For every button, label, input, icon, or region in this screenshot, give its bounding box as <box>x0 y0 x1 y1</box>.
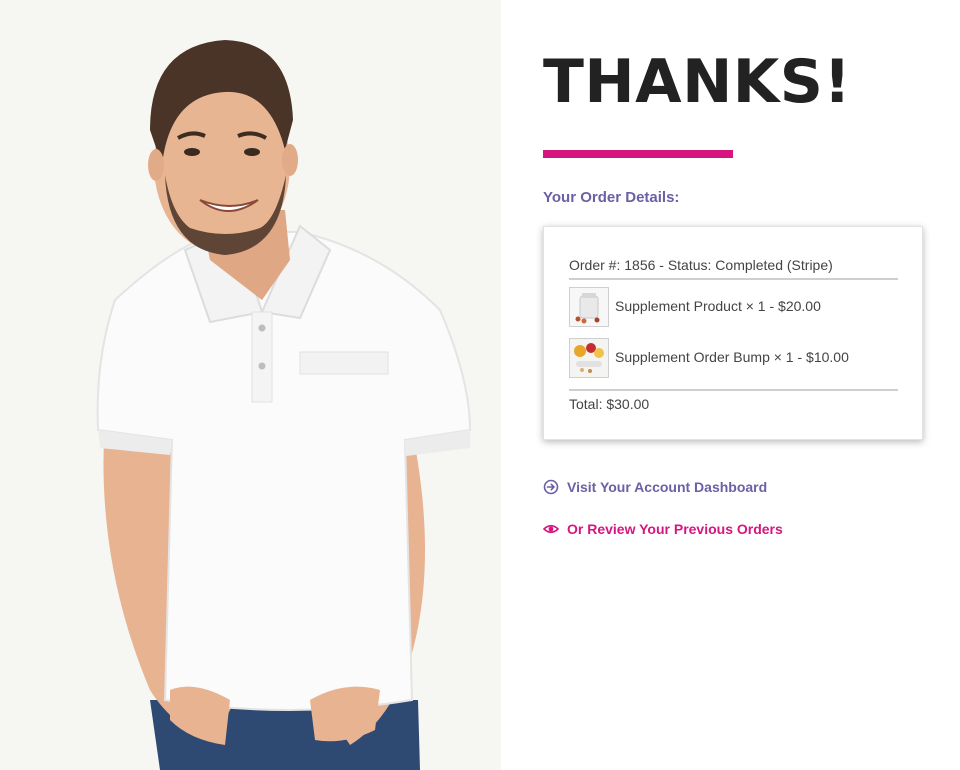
order-number-status: Order #: 1856 - Status: Completed (Strip… <box>569 257 898 280</box>
previous-orders-link[interactable]: Or Review Your Previous Orders <box>542 521 783 537</box>
account-dashboard-label: Visit Your Account Dashboard <box>567 479 768 495</box>
thank-you-content: THANKS! Your Order Details: Order #: 185… <box>542 0 943 770</box>
order-item-line: Supplement Order Bump × 1 - $10.00 <box>615 349 849 365</box>
order-item-line: Supplement Product × 1 - $20.00 <box>615 298 821 314</box>
supplement-bottle-thumbnail <box>569 287 609 327</box>
total-divider <box>569 389 898 391</box>
order-details-heading: Your Order Details: <box>543 189 680 206</box>
hero-image <box>0 0 501 770</box>
order-summary-card: Order #: 1856 - Status: Completed (Strip… <box>543 226 923 440</box>
hero-illustration <box>0 0 501 770</box>
fruit-and-pills-thumbnail <box>569 338 609 378</box>
previous-orders-label: Or Review Your Previous Orders <box>567 521 783 537</box>
order-item: Supplement Order Bump × 1 - $10.00 <box>569 338 899 380</box>
order-item: Supplement Product × 1 - $20.00 <box>569 287 899 329</box>
arrow-circle-right-icon <box>543 479 559 495</box>
account-dashboard-link[interactable]: Visit Your Account Dashboard <box>543 479 767 495</box>
page-title: THANKS! <box>543 47 852 117</box>
eye-icon <box>542 521 560 537</box>
title-accent-bar <box>543 150 733 158</box>
order-total: Total: $30.00 <box>569 396 650 412</box>
